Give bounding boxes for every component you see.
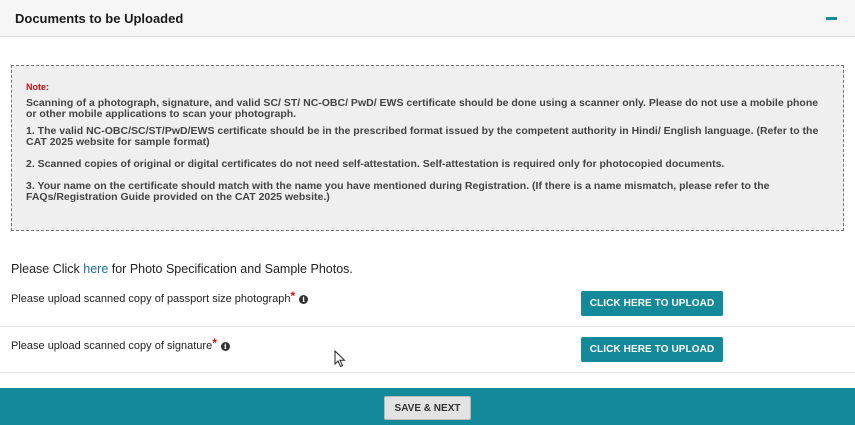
section-title: Documents to be Uploaded [15, 11, 184, 26]
footer-bar: SAVE & NEXT [0, 388, 855, 425]
note-paragraph-1: 1. The valid NC-OBC/SC/ST/PwD/EWS certif… [26, 125, 819, 148]
upload-row-photo: Please upload scanned copy of passport s… [0, 280, 855, 327]
required-mark: * [212, 336, 217, 350]
upload-photo-button[interactable]: CLICK HERE TO UPLOAD [581, 291, 723, 316]
section-header[interactable]: Documents to be Uploaded [0, 0, 855, 37]
upload-row-signature: Please upload scanned copy of signature*… [0, 327, 855, 373]
photo-spec-suffix: for Photo Specification and Sample Photo… [108, 262, 353, 276]
photo-label-text: Please upload scanned copy of passport s… [11, 293, 291, 305]
note-paragraph-intro: Scanning of a photograph, signature, and… [26, 97, 819, 120]
upload-signature-button[interactable]: CLICK HERE TO UPLOAD [581, 337, 723, 362]
note-box: Note: Scanning of a photograph, signatur… [11, 65, 844, 231]
note-paragraph-2: 2. Scanned copies of original or digital… [26, 158, 725, 170]
required-mark: * [290, 289, 296, 303]
photo-spec-link[interactable]: here [83, 262, 108, 276]
info-icon[interactable]: i [220, 342, 230, 351]
note-paragraph-3: 3. Your name on the certificate should m… [26, 180, 770, 203]
save-next-button[interactable]: SAVE & NEXT [384, 396, 471, 420]
mouse-cursor-icon [334, 350, 346, 368]
minus-icon[interactable] [825, 10, 839, 24]
photo-upload-label: Please upload scanned copy of passport s… [11, 289, 309, 305]
photo-spec-prefix: Please Click [11, 262, 84, 276]
signature-label-text: Please upload scanned copy of signature [11, 340, 213, 352]
signature-upload-label: Please upload scanned copy of signature*… [11, 336, 230, 352]
photo-spec-text: Please Click here for Photo Specificatio… [11, 262, 353, 276]
info-icon[interactable]: i [299, 295, 309, 304]
note-label: Note: [26, 82, 49, 92]
